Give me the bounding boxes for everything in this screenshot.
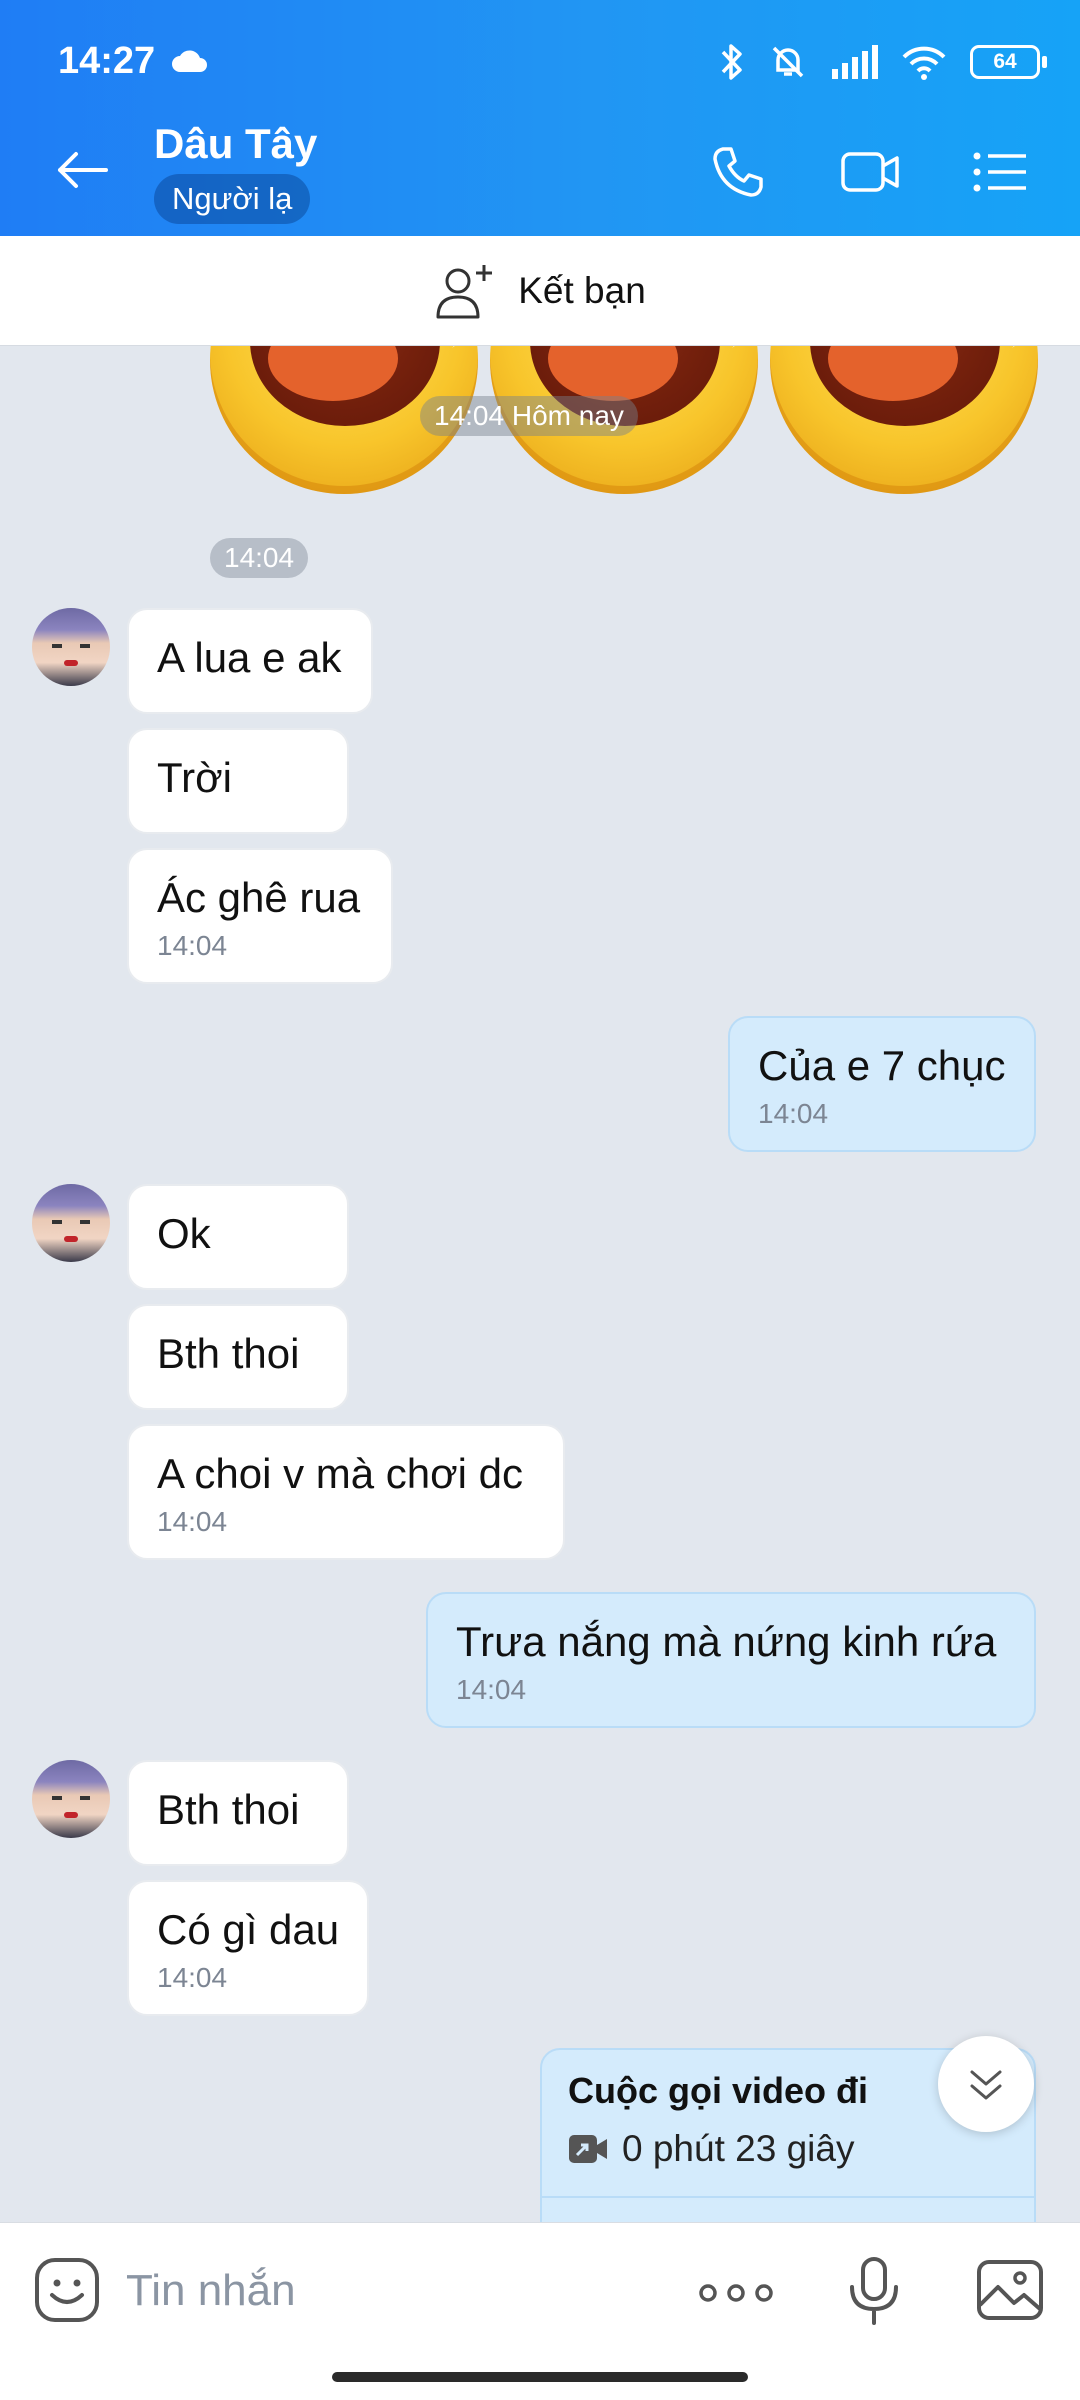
menu-button[interactable] [968, 142, 1032, 202]
signal-icon [832, 45, 878, 79]
chat-header: 14:27 64 Dâu Tây Người lạ [0, 0, 1080, 236]
wifi-icon [902, 46, 946, 80]
microphone-icon[interactable] [844, 2257, 904, 2327]
video-call-button[interactable] [838, 142, 902, 202]
call-duration: 0 phút 23 giây [622, 2128, 855, 2169]
chevron-double-down-icon [970, 2070, 1002, 2100]
status-icons: 64 [718, 40, 1047, 84]
add-person-icon [436, 264, 493, 318]
add-friend-label: Kết bạn [518, 269, 646, 311]
call-card-clip: Cuộc gọi video đi 0 phút 23 giây [0, 346, 1080, 2222]
cloud-icon [172, 50, 207, 72]
image-icon[interactable] [976, 2259, 1044, 2321]
scroll-to-bottom-button[interactable] [938, 2036, 1034, 2132]
sticker-icon[interactable] [34, 2257, 100, 2323]
back-arrow-icon [58, 152, 108, 188]
list-menu-icon [973, 152, 1026, 192]
stranger-badge: Người lạ [154, 174, 311, 224]
status-time: 14:27 [58, 40, 156, 82]
more-dots-icon [699, 2284, 773, 2302]
voice-call-button[interactable] [706, 142, 770, 202]
add-friend-bar[interactable]: Kết bạn [0, 236, 1080, 346]
status-bar: 14:27 64 [0, 0, 1080, 120]
contact-name[interactable]: Dâu Tây [154, 120, 317, 168]
message-input[interactable]: Tin nhắn [126, 2259, 646, 2323]
mute-bell-icon [772, 46, 804, 78]
back-button[interactable] [54, 140, 118, 200]
video-call-out-icon [569, 2135, 607, 2163]
more-options-button[interactable] [696, 2263, 776, 2323]
home-indicator[interactable] [332, 2372, 748, 2382]
phone-icon [713, 147, 763, 197]
battery-indicator: 64 [970, 45, 1047, 79]
bluetooth-icon [721, 44, 742, 80]
video-camera-icon [841, 152, 899, 192]
